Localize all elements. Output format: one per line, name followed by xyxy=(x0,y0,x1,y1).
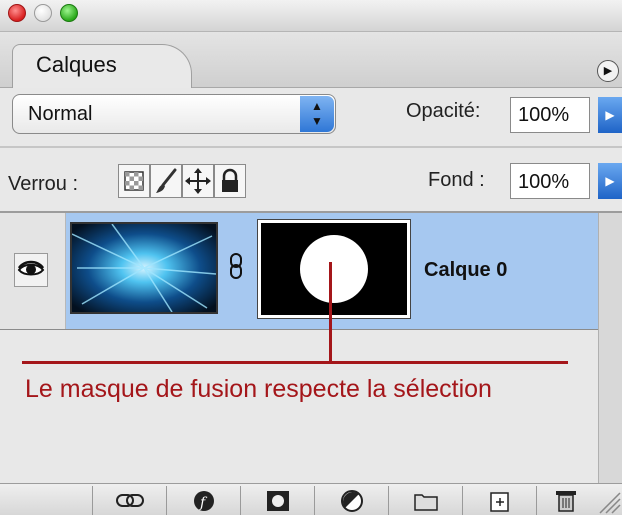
padlock-icon[interactable] xyxy=(214,164,246,198)
new-layer-icon[interactable] xyxy=(462,486,536,515)
opacity-value: 100% xyxy=(518,104,570,126)
callout-line xyxy=(22,361,568,364)
layer-thumbnail[interactable] xyxy=(70,222,218,314)
annotation-text: Le masque de fusion respecte la sélectio… xyxy=(25,375,492,403)
transparency-lock-icon[interactable] xyxy=(118,164,150,198)
panel-menu-button[interactable]: ▶ xyxy=(597,60,619,82)
select-arrows-icon[interactable]: ▲ ▼ xyxy=(300,96,334,132)
link-layers-icon[interactable] xyxy=(92,486,166,515)
layer-mask-icon[interactable] xyxy=(240,486,314,515)
eye-icon[interactable] xyxy=(14,253,48,287)
fill-label: Fond : xyxy=(428,169,485,191)
tab-label: Calques xyxy=(36,52,117,77)
opacity-label: Opacité: xyxy=(406,100,481,122)
adjustment-layer-icon[interactable] xyxy=(314,486,388,515)
divider xyxy=(0,329,598,330)
move-icon[interactable] xyxy=(182,164,214,198)
mask-link-icon[interactable] xyxy=(224,252,248,280)
scrollbar-track[interactable] xyxy=(598,213,622,483)
folder-icon[interactable] xyxy=(388,486,462,515)
paint-brush-icon[interactable] xyxy=(150,164,182,198)
zoom-button[interactable] xyxy=(60,4,78,22)
opacity-slider-arrow-icon[interactable]: ▶ xyxy=(598,97,622,133)
layer-style-icon[interactable]: f xyxy=(166,486,240,515)
minimize-button[interactable] xyxy=(34,4,52,22)
divider xyxy=(0,146,622,148)
lock-label: Verrou : xyxy=(8,173,79,195)
window-titlebar[interactable] xyxy=(0,0,622,32)
close-button[interactable] xyxy=(8,4,26,22)
layer-mask-thumbnail[interactable] xyxy=(257,219,411,319)
layer-name[interactable]: Calque 0 xyxy=(424,259,507,282)
resize-grip-icon[interactable] xyxy=(594,486,622,515)
fill-slider-arrow-icon[interactable]: ▶ xyxy=(598,163,622,199)
blend-mode-value: Normal xyxy=(28,103,93,125)
callout-line xyxy=(329,262,332,363)
fill-value: 100% xyxy=(518,171,570,193)
